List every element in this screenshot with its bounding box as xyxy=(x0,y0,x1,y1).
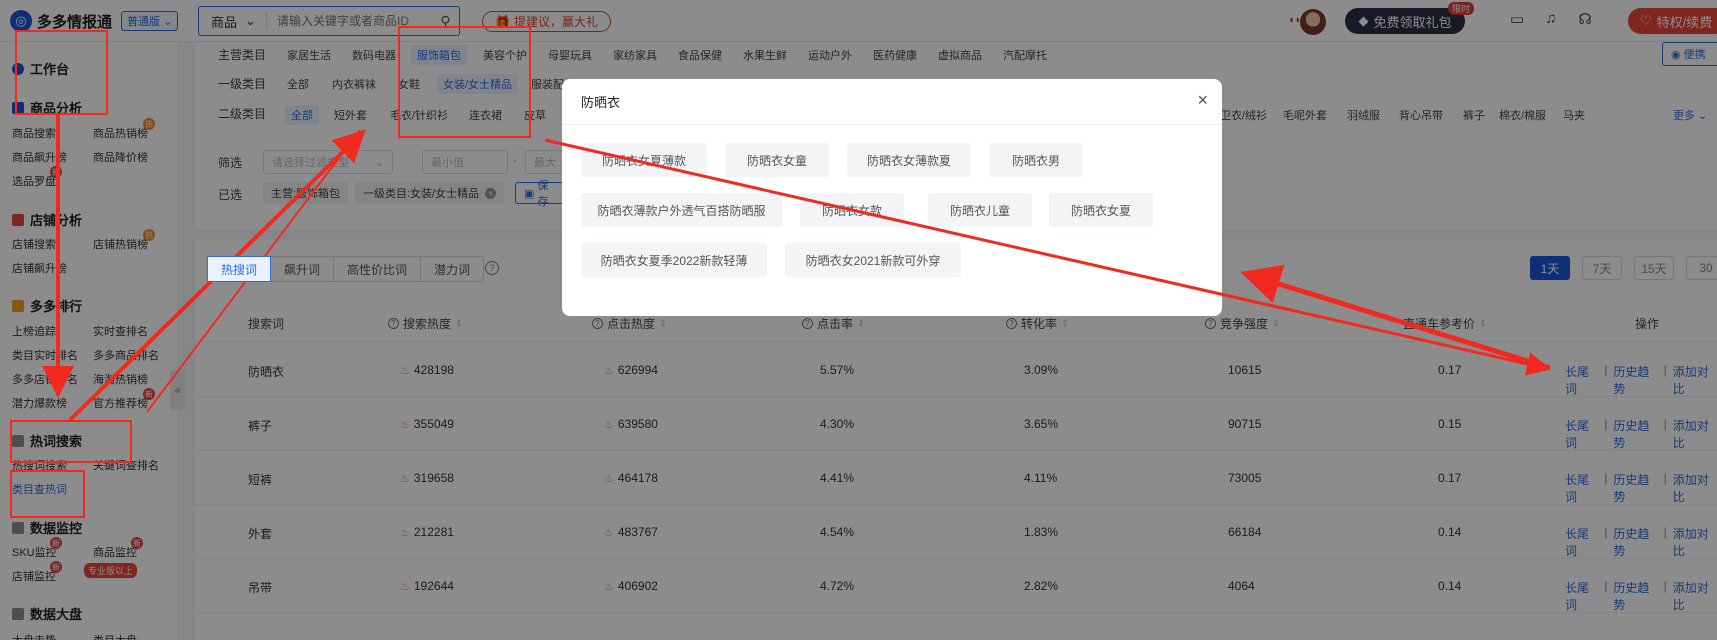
keyword-chip-8[interactable]: 防晒衣女夏季2022新款轻薄 xyxy=(581,243,767,277)
tab-hot-search[interactable]: 热搜词 xyxy=(207,256,272,282)
keyword-chip-1[interactable]: 防晒衣女童 xyxy=(725,143,829,177)
modal-divider xyxy=(562,124,1222,125)
close-icon[interactable]: × xyxy=(1197,90,1208,111)
keyword-chip-9[interactable]: 防晒衣女2021新款可外穿 xyxy=(785,243,961,277)
modal-title: 防晒衣 xyxy=(581,95,621,110)
keyword-chip-6[interactable]: 防晒衣儿童 xyxy=(928,193,1032,227)
keyword-chip-5[interactable]: 防晒衣女款 xyxy=(800,193,904,227)
keyword-chip-4[interactable]: 防晒衣薄款户外透气百搭防晒服 xyxy=(581,193,782,227)
annotation-box-category xyxy=(398,26,531,138)
annotation-box-workbench xyxy=(15,30,108,115)
annotation-box-category-hotword xyxy=(10,470,85,518)
keyword-chip-3[interactable]: 防晒衣男 xyxy=(989,143,1083,177)
keyword-chip-2[interactable]: 防晒衣女薄款夏 xyxy=(847,143,971,177)
longtail-modal: 防晒衣 × 防晒衣女夏薄款 防晒衣女童 防晒衣女薄款夏 防晒衣男 防晒衣薄款户外… xyxy=(562,79,1222,316)
keyword-chip-0[interactable]: 防晒衣女夏薄款 xyxy=(581,143,707,177)
keyword-chip-7[interactable]: 防晒衣女夏 xyxy=(1049,193,1153,227)
annotation-box-hotword xyxy=(10,420,132,463)
